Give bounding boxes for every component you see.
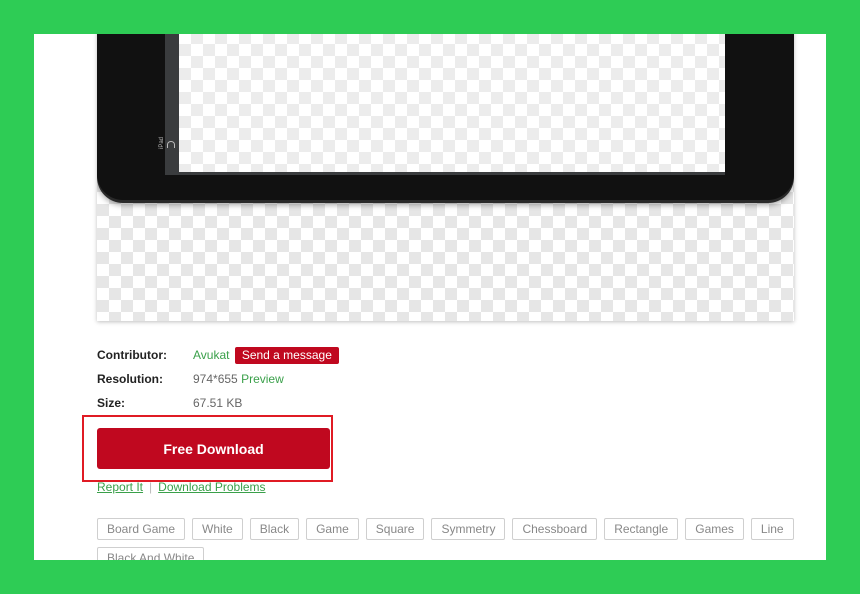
tag-list: Board Game White Black Game Square Symme… — [97, 518, 797, 560]
tag-rectangle[interactable]: Rectangle — [604, 518, 679, 540]
wifi-icon — [167, 141, 175, 148]
resolution-text: 974*655 — [193, 372, 238, 386]
send-message-button[interactable]: Send a message — [234, 347, 339, 364]
download-problems-link[interactable]: Download Problems — [158, 480, 265, 494]
free-download-button[interactable]: Free Download — [97, 428, 330, 469]
contributor-value: Avukat Send a message — [193, 346, 339, 364]
tag-line[interactable]: Line — [750, 518, 794, 540]
resolution-value: 974*655 Preview — [193, 370, 284, 388]
tag-square[interactable]: Square — [365, 518, 425, 540]
preview-link[interactable]: Preview — [241, 372, 284, 386]
tag-board-game[interactable]: Board Game — [97, 518, 186, 540]
tag-black[interactable]: Black — [249, 518, 300, 540]
tag-games[interactable]: Games — [685, 518, 744, 540]
link-separator: | — [149, 480, 153, 494]
help-links: Report It | Download Problems — [97, 480, 266, 494]
tag-black-and-white[interactable]: Black And White — [97, 547, 205, 560]
size-label: Size: — [97, 396, 126, 410]
contributor-link[interactable]: Avukat — [193, 348, 229, 362]
image-preview[interactable]: iPad — [97, 34, 794, 321]
tag-game[interactable]: Game — [306, 518, 359, 540]
tag-chessboard[interactable]: Chessboard — [512, 518, 598, 540]
page: iPad Contributor: Avukat Send a message … — [34, 34, 826, 560]
contributor-label: Contributor: — [97, 348, 167, 362]
report-it-link[interactable]: Report It — [97, 480, 143, 494]
size-value: 67.51 KB — [193, 396, 243, 410]
ipad-screen — [179, 34, 725, 172]
ipad-frame-image: iPad — [97, 34, 794, 200]
resolution-label: Resolution: — [97, 372, 163, 386]
tag-symmetry[interactable]: Symmetry — [431, 518, 506, 540]
tag-white[interactable]: White — [192, 518, 243, 540]
device-label: iPad — [159, 136, 165, 149]
